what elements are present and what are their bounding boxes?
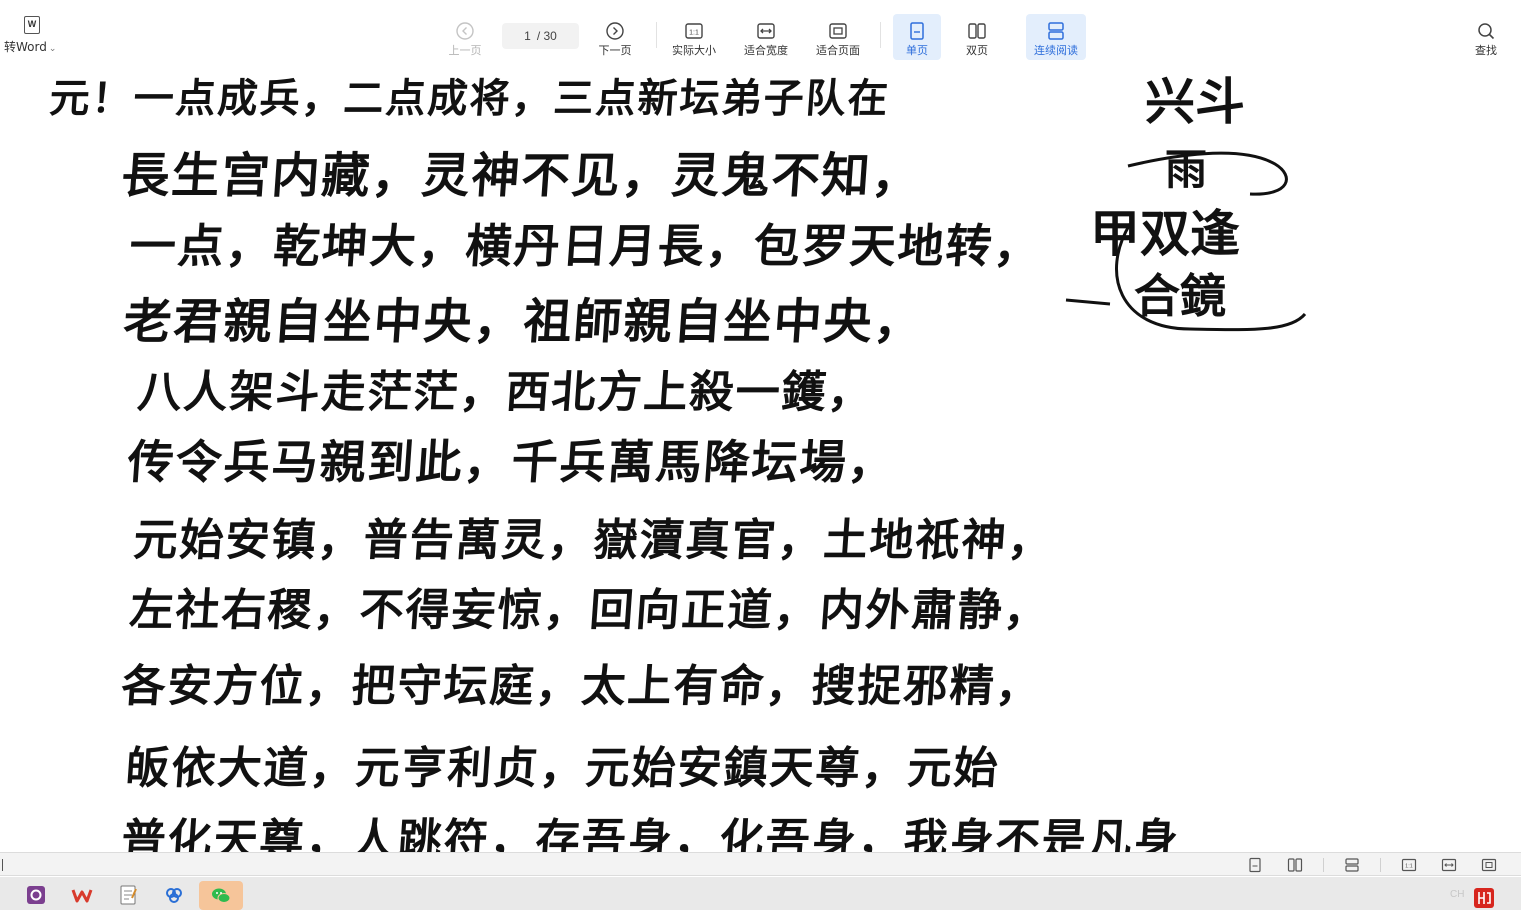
handwritten-line-2: 長生宫内藏，灵神不见，灵鬼不知， [119,148,924,204]
fit-page-icon[interactable] [1481,857,1497,873]
handwritten-line-5: 八人架斗走茫茫，西北方上殺一鑊， [135,367,876,418]
fit-width-button[interactable]: 适合宽度 [733,14,799,60]
handwritten-line-4: 老君親自坐中央，祖師親自坐中央， [121,294,926,350]
double-page-button[interactable]: 双页 [953,14,1001,60]
chevron-left-circle-icon [456,22,474,40]
single-page-button[interactable]: 单页 [893,14,941,60]
handwritten-line-10: 皈依大道，元亨利贞，元始安鎮天尊，元始 [123,743,1002,794]
word-icon: W [24,16,40,34]
handwritten-line-7: 元始安镇，普告萬灵，嶽瀆真官，土地祇神， [131,515,1056,566]
fit-page-icon [829,23,847,39]
text-cursor [2,859,3,871]
fit-width-icon [757,23,775,39]
toolbar-divider [880,22,881,48]
handwritten-line-9: 各安方位，把守坛庭，太上有命，搜捉邪精， [119,661,1044,712]
side-note-top: 兴斗 [1145,72,1245,131]
current-page-number[interactable]: 1 [524,29,531,43]
single-page-icon[interactable] [1247,857,1263,873]
handwritten-line-1: 元！一点成兵，二点成将，三点新坛弟子队在 [48,75,892,122]
wechat-icon [212,888,231,903]
continuous-icon[interactable] [1344,857,1360,873]
fit-page-label: 适合页面 [816,44,860,57]
continuous-reading-label: 连续阅读 [1034,44,1078,57]
page-number-field[interactable]: 1 / 30 [502,23,579,49]
input-language-indicator[interactable]: CH [1450,889,1464,900]
convert-to-word-button[interactable]: W 转Word ⌄ [4,16,64,56]
tray-app-icon[interactable] [1473,887,1495,909]
onenote-app-icon[interactable] [24,883,48,907]
search-label: 查找 [1475,44,1497,57]
search-icon [1478,23,1495,40]
next-page-button[interactable]: 下一页 [582,14,648,60]
document-page[interactable]: 元！一点成兵，二点成将，三点新坛弟子队在 長生宫内藏，灵神不见，灵鬼不知， 一点… [0,64,1521,852]
handwritten-line-11: 普化天尊，人跳符，存吾身，化吾身，我身不是凡身 [119,815,1182,852]
prev-page-button[interactable]: 上一页 [432,14,498,60]
total-pages: / 30 [536,29,557,43]
baidu-netdisk-app-icon[interactable] [162,883,186,907]
wps-app-icon[interactable] [70,883,94,907]
prev-page-label: 上一页 [448,44,482,57]
actual-size-label: 实际大小 [672,44,716,57]
search-button[interactable]: 查找 [1455,14,1517,60]
notepad-app-icon[interactable] [116,883,140,907]
convert-to-word-label: 转Word [4,40,47,54]
side-note-line1: 甲双逢 [1090,204,1240,263]
side-note-mid: 雨 [1165,145,1208,194]
double-page-icon [968,23,986,39]
chevron-down-icon[interactable]: ⌄ [49,44,57,54]
chevron-right-circle-icon [606,22,624,40]
single-page-icon [910,22,924,40]
statusbar-divider [1380,858,1381,872]
svg-text:1:1: 1:1 [1405,864,1413,870]
side-note-line2: 合鏡 [1134,269,1226,323]
actual-size-button[interactable]: 1:1 实际大小 [661,14,727,60]
reader-toolbar: W 转Word ⌄ 上一页 1 / 30 下一页 1:1 实际大小 适合宽度 适合… [0,0,1521,64]
continuous-reading-icon [1048,22,1064,40]
double-page-label: 双页 [966,44,988,57]
fit-width-label: 适合宽度 [744,44,788,57]
system-taskbar: CH [0,877,1521,910]
single-page-label: 单页 [906,44,928,57]
statusbar-divider [1323,858,1324,872]
handwritten-line-3: 一点，乾坤大，横丹日月長，包罗天地转， [127,219,1044,273]
continuous-reading-button[interactable]: 连续阅读 [1026,14,1086,60]
next-page-label: 下一页 [598,44,632,57]
actual-size-icon-text: 1:1 [689,30,699,37]
actual-size-icon[interactable]: 1:1 [1401,857,1417,873]
fit-width-icon[interactable] [1441,857,1457,873]
actual-size-icon: 1:1 [685,23,703,39]
double-page-icon[interactable] [1287,857,1303,873]
wechat-app-button[interactable] [199,881,243,910]
reader-statusbar: 1:1 [0,852,1521,876]
handwritten-line-6: 传令兵马親到此，千兵萬馬降坛場， [125,435,898,489]
fit-page-button[interactable]: 适合页面 [805,14,871,60]
toolbar-divider [656,22,657,48]
handwritten-line-8: 左社右稷，不得妄惊，回向正道，内外肅静， [127,585,1052,636]
